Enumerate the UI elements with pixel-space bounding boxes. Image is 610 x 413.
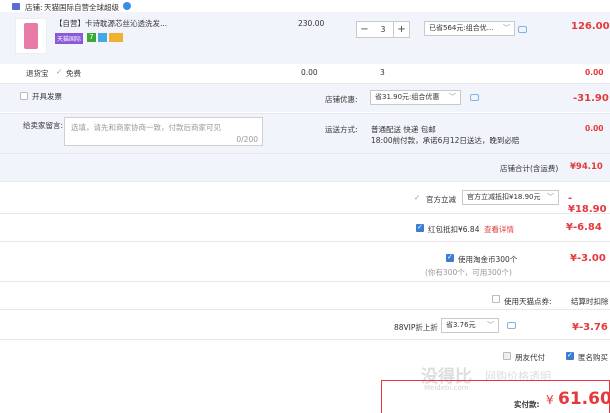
shop-discount-label: 店铺优惠: (325, 95, 358, 104)
message-input[interactable]: 选填，请先和商家协商一致，付款后商家可见 0/200 (64, 117, 263, 146)
service-price: 0.00 (301, 68, 318, 77)
check-icon: ✓ (56, 67, 63, 76)
shop-icon (12, 3, 20, 10)
card-icon (109, 33, 123, 42)
coins-amount: ¥-3.00 (570, 253, 606, 264)
chevron-down-icon: ﹀ (449, 93, 456, 101)
friend-pay-checkbox[interactable] (503, 352, 511, 360)
service-icon (98, 33, 107, 42)
shop-total-amount: ¥94.10 (570, 162, 603, 172)
redpacket-amount: ¥-6.84 (566, 222, 602, 233)
product-image[interactable] (15, 18, 47, 54)
tmall-card-label: 使用天猫点券: (504, 297, 552, 306)
coins-label: 使用淘金币300个 (458, 255, 518, 264)
official-select[interactable]: 官方立减抵扣¥18.90元 ﹀ (462, 190, 559, 205)
invoice-checkbox[interactable] (20, 92, 28, 100)
redpacket-row (0, 214, 610, 242)
delivery-label: 运送方式: (325, 125, 358, 134)
chevron-down-icon: ﹀ (487, 321, 494, 329)
vip-label: 88VIP折上折 (394, 323, 438, 332)
chevron-down-icon: ﹀ (503, 24, 510, 32)
shop-discount-amount: -31.90 (573, 93, 609, 104)
delivery-note: 18:00前付款，承诺6月12日送达，晚到必赔 (371, 136, 520, 145)
check-icon: ✓ (414, 193, 421, 202)
friend-pay-label: 朋友代付 (515, 353, 545, 362)
message-label: 给卖家留言: (23, 121, 64, 130)
pay-label: 实付款: (514, 400, 540, 409)
shop-discount-select[interactable]: 省31.90元:组合优惠 ﹀ (370, 90, 461, 105)
invoice-row (0, 84, 610, 112)
decrease-button[interactable]: − (356, 21, 373, 38)
message-icon[interactable] (507, 322, 516, 329)
tmall-card-checkbox[interactable] (492, 295, 500, 303)
anonymous-checkbox[interactable] (566, 351, 574, 360)
redpacket-label: 红包抵扣¥6.84 (428, 225, 480, 234)
chevron-down-icon: ﹀ (547, 193, 554, 201)
official-amount: -¥18.90 (568, 193, 607, 215)
message-icon[interactable] (470, 94, 479, 101)
tmall-global-badge: 天猫国际 (55, 33, 84, 44)
product-name[interactable]: 【自营】卡诗耽源芯丝沁透洗发... (55, 18, 167, 29)
invoice-label[interactable]: 开具发票 (32, 91, 62, 102)
service-subtotal: 0.00 (585, 68, 604, 77)
message-counter: 0/200 (236, 135, 258, 144)
coins-note: (你有300个，可用300个) (425, 268, 512, 277)
official-label: 官方立减 (426, 195, 456, 204)
pay-currency: ¥ (546, 393, 554, 407)
service-name: 退货宝 (26, 69, 49, 78)
delivery-fee: 0.00 (585, 124, 604, 133)
message-icon[interactable] (518, 26, 527, 33)
service-option: 免费 (66, 69, 81, 78)
anonymous-label: 匿名购买 (578, 353, 608, 362)
quantity-input[interactable]: 3 (372, 21, 394, 38)
pay-amount: 61.60 (558, 389, 610, 409)
vip-amount: ¥-3.76 (572, 322, 608, 333)
tmall-card-note: 结算时扣除 (571, 297, 609, 306)
redpacket-checkbox[interactable] (416, 223, 424, 232)
message-placeholder: 选填，请先和商家协商一致，付款后商家可见 (71, 123, 221, 132)
promo-select[interactable]: 已省564元:组合优... ﹀ (424, 21, 515, 36)
shop-total-label: 店铺合计(含运费) (500, 164, 559, 173)
chat-icon[interactable] (123, 2, 131, 10)
item-subtotal: 126.00 (571, 21, 610, 32)
redpacket-link[interactable]: 查看详情 (484, 224, 514, 235)
service-qty: 3 (380, 68, 385, 77)
increase-button[interactable]: + (393, 21, 410, 38)
coins-row (0, 242, 610, 282)
vip-select[interactable]: 省3.76元 ﹀ (441, 318, 499, 333)
item-price: 230.00 (298, 19, 325, 28)
seven-day-icon: 7 (87, 33, 96, 42)
delivery-method: 普通配送 快递 包邮 (371, 125, 436, 134)
vip-row (0, 310, 610, 340)
coins-checkbox[interactable] (446, 253, 454, 262)
